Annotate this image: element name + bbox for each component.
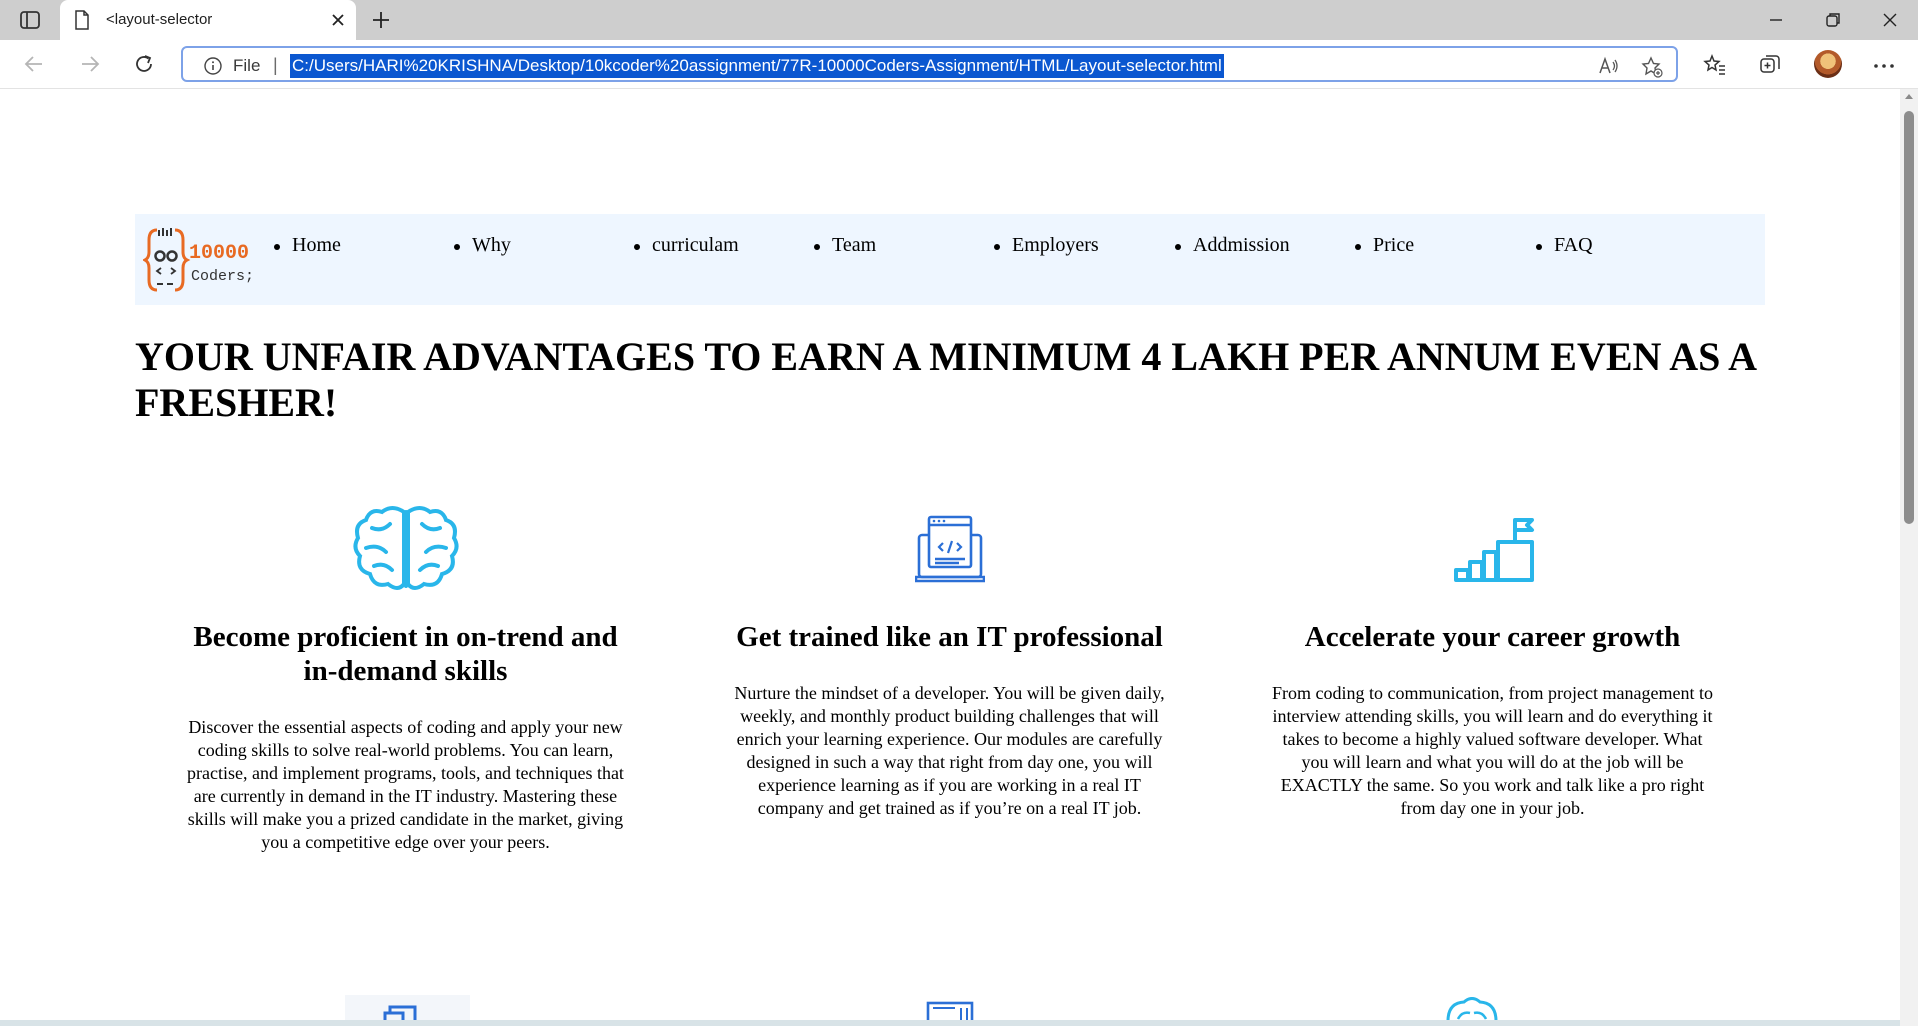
10000-coders-logo[interactable]: 10000 Coders; — [143, 222, 253, 298]
nav-item-home[interactable]: Home — [274, 234, 452, 257]
close-window-icon[interactable] — [1880, 10, 1900, 30]
brain-icon — [353, 506, 459, 590]
scrollbar-thumb[interactable] — [1904, 111, 1914, 524]
nav-item-faq[interactable]: FAQ — [1536, 234, 1714, 257]
nav-item-why[interactable]: Why — [454, 234, 632, 257]
laptop-code-icon — [915, 515, 985, 583]
address-bar[interactable]: File | C:/Users/HARI%20KRISHNA/Desktop/1… — [181, 46, 1678, 82]
feature-text: From coding to communication, from proje… — [1272, 683, 1713, 818]
back-arrow-icon[interactable] — [22, 52, 46, 76]
tab-strip: <layout-selector — [0, 0, 1918, 40]
nav-item-addmission[interactable]: Addmission — [1175, 234, 1353, 257]
vertical-scrollbar[interactable] — [1900, 89, 1918, 1026]
add-favorite-icon[interactable] — [1641, 56, 1663, 78]
nav-item-employers[interactable]: Employers — [994, 234, 1172, 257]
new-tab-icon[interactable] — [370, 9, 392, 31]
url-text[interactable]: C:/Users/HARI%20KRISHNA/Desktop/10kcoder… — [290, 54, 1224, 78]
more-options-icon[interactable] — [1872, 63, 1896, 69]
feature-title: Become proficient in on-trend and in-dem… — [193, 621, 618, 687]
feature-card-skills: Become proficient in on-trend and in-dem… — [183, 620, 628, 854]
tab-title: <layout-selector — [106, 11, 213, 28]
next-row-icon-middle — [926, 1001, 974, 1020]
address-separator: | — [273, 55, 278, 75]
close-tab-icon[interactable] — [328, 10, 348, 30]
browser-toolbar: File | C:/Users/HARI%20KRISHNA/Desktop/1… — [0, 40, 1918, 89]
forward-arrow-icon[interactable] — [78, 52, 102, 76]
favorites-icon[interactable] — [1703, 53, 1727, 77]
active-tab[interactable]: <layout-selector — [60, 0, 356, 40]
page-headline: YOUR UNFAIR ADVANTAGES TO EARN A MINIMUM… — [135, 334, 1755, 425]
file-scheme-label: File — [233, 56, 261, 75]
next-row-icon-left — [345, 995, 470, 1020]
next-row-icon-right — [1446, 997, 1498, 1020]
refresh-icon[interactable] — [132, 52, 156, 76]
restore-icon[interactable] — [1823, 10, 1843, 30]
profile-avatar[interactable] — [1814, 50, 1842, 78]
nav-item-team[interactable]: Team — [814, 234, 992, 257]
feature-card-training: Get trained like an IT professional Nurt… — [727, 620, 1172, 820]
feature-text: Discover the essential aspects of coding… — [187, 717, 624, 852]
feature-text: Nurture the mindset of a developer. You … — [734, 683, 1165, 818]
feature-title: Get trained like an IT professional — [736, 621, 1163, 653]
read-aloud-icon[interactable] — [1597, 56, 1619, 76]
logo-word: Coders; — [191, 268, 253, 285]
nav-item-price[interactable]: Price — [1355, 234, 1533, 257]
minimize-icon[interactable] — [1766, 10, 1786, 30]
logo-number: 10000 — [189, 242, 249, 265]
collections-icon[interactable] — [1758, 53, 1782, 77]
page-bottom-edge — [0, 1020, 1900, 1026]
scroll-up-arrow-icon[interactable] — [1905, 94, 1913, 99]
site-navbar: 10000 Coders; Home Why curriculam Team E… — [135, 214, 1765, 305]
growth-steps-icon — [1454, 518, 1534, 582]
nav-item-curriculam[interactable]: curriculam — [634, 234, 812, 257]
document-icon — [75, 10, 89, 30]
feature-card-career: Accelerate your career growth From codin… — [1270, 620, 1715, 820]
tab-actions-icon[interactable] — [19, 10, 41, 30]
web-page: 10000 Coders; Home Why curriculam Team E… — [0, 89, 1900, 1020]
info-icon[interactable] — [203, 56, 223, 76]
feature-title: Accelerate your career growth — [1304, 621, 1681, 653]
